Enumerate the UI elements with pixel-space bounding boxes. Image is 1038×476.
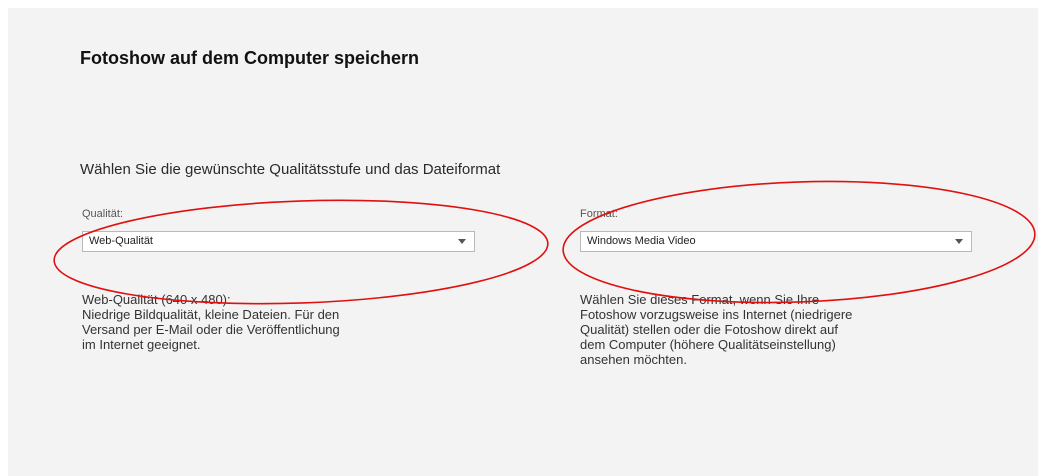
chevron-down-icon <box>955 239 963 244</box>
instructions-text: Wählen Sie die gewünschte Qualitätsstufe… <box>80 161 501 178</box>
quality-selected-value: Web-Qualität <box>89 235 153 247</box>
format-label: Format: <box>580 208 618 220</box>
quality-dropdown[interactable]: Web-Qualität <box>82 231 475 252</box>
quality-label: Qualität: <box>82 208 123 220</box>
format-dropdown[interactable]: Windows Media Video <box>580 231 972 252</box>
quality-description: Web-Qualität (640 x 480): Niedrige Bildq… <box>82 292 340 352</box>
page-title: Fotoshow auf dem Computer speichern <box>80 48 420 68</box>
format-selected-value: Windows Media Video <box>587 235 696 247</box>
format-description: Wählen Sie dieses Format, wenn Sie Ihre … <box>580 292 853 367</box>
chevron-down-icon <box>458 239 466 244</box>
